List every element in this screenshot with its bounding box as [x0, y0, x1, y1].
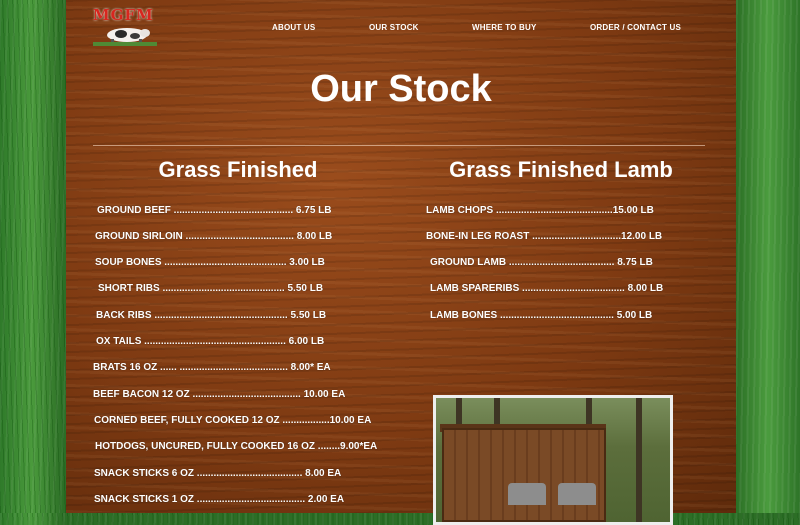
grass-background-right: [736, 0, 800, 513]
photo-image: [436, 398, 670, 522]
nav-where-to-buy[interactable]: WHERE TO BUY: [472, 23, 536, 32]
farm-coop-photo: [433, 395, 673, 525]
beef-item-ground-beef: GROUND BEEF ............................…: [97, 205, 332, 216]
lamb-section-title: Grass Finished Lamb: [449, 157, 673, 182]
beef-item-corned-beef: CORNED BEEF, FULLY COOKED 12 OZ ........…: [94, 415, 372, 426]
beef-item-ox-tails: OX TAILS ...............................…: [96, 336, 325, 347]
page-title: Our Stock: [310, 68, 492, 110]
title-divider: [93, 145, 705, 146]
beef-item-beef-bacon: BEEF BACON 12 OZ .......................…: [93, 389, 346, 400]
lamb-item-lamb-bones: LAMB BONES .............................…: [430, 310, 653, 321]
logo-text: MGFM: [93, 6, 154, 24]
beef-section-title: Grass Finished: [158, 157, 318, 182]
lamb-item-lamb-chops: LAMB CHOPS .............................…: [426, 205, 654, 216]
beef-item-ground-sirloin: GROUND SIRLOIN .........................…: [95, 231, 333, 242]
main-navigation: ABOUT US OUR STOCK WHERE TO BUY ORDER / …: [0, 23, 800, 37]
beef-item-brats: BRATS 16 OZ ...... .....................…: [93, 362, 331, 373]
lamb-item-bone-in-leg-roast: BONE-IN LEG ROAST ......................…: [426, 231, 663, 242]
beef-item-snack-sticks-1oz: SNACK STICKS 1 OZ ......................…: [94, 494, 345, 505]
beef-item-hotdogs: HOTDOGS, UNCURED, FULLY COOKED 16 OZ ...…: [95, 441, 378, 452]
beef-item-soup-bones: SOUP BONES .............................…: [95, 257, 325, 268]
beef-item-back-ribs: BACK RIBS ..............................…: [96, 310, 327, 321]
nav-our-stock[interactable]: OUR STOCK: [369, 23, 419, 32]
beef-item-short-ribs: SHORT RIBS .............................…: [98, 283, 324, 294]
beef-item-snack-sticks-6oz: SNACK STICKS 6 OZ ......................…: [94, 468, 342, 479]
nav-order-contact-us[interactable]: ORDER / CONTACT US: [590, 23, 681, 32]
lamb-item-lamb-spareribs: LAMB SPARERIBS .........................…: [430, 283, 664, 294]
nav-about-us[interactable]: ABOUT US: [272, 23, 315, 32]
lamb-item-ground-lamb: GROUND LAMB ............................…: [430, 257, 653, 268]
